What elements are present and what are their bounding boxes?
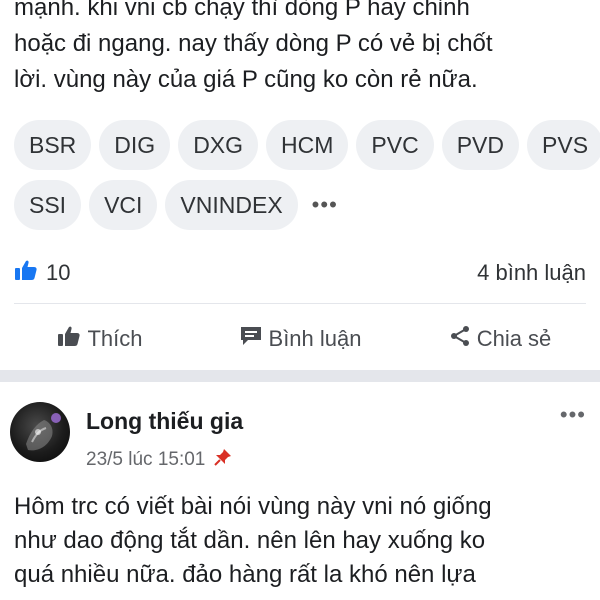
stock-tags: BSR DIG DXG HCM PVC PVD PVS SSI VCI VNIN…	[14, 120, 600, 240]
thumbs-up-icon	[14, 259, 38, 287]
like-label: Thích	[87, 326, 143, 351]
comment-label: Bình luận	[268, 326, 362, 351]
divider	[14, 303, 586, 304]
share-label: Chia sẻ	[476, 326, 552, 351]
comment-count[interactable]: 4 bình luận	[477, 260, 586, 286]
share-button[interactable]: Chia sẻ	[400, 325, 600, 353]
more-options-button[interactable]: •••	[560, 402, 586, 428]
post-text-line: Hôm trc có viết bài nói vùng này vni nó …	[14, 493, 492, 520]
tag-pvs[interactable]: PVS	[527, 120, 600, 170]
tag-ssi[interactable]: SSI	[14, 180, 82, 230]
author-name[interactable]: Long thiếu gia	[86, 408, 243, 435]
tag-hcm[interactable]: HCM	[266, 120, 349, 170]
avatar[interactable]	[10, 402, 70, 462]
tag-vnindex[interactable]: VNINDEX	[165, 180, 298, 230]
tag-dig[interactable]: DIG	[99, 120, 171, 170]
tag-row: SSI VCI VNINDEX •••	[14, 180, 594, 230]
comment-icon	[239, 325, 263, 353]
post-separator	[0, 370, 600, 382]
comment-button[interactable]: Bình luận	[200, 325, 400, 353]
like-summary[interactable]: 10	[14, 259, 70, 287]
post-body-text: mạnh. khi vni cb chạy thì dòng P hay chỉ…	[14, 0, 589, 98]
pin-icon	[213, 447, 233, 473]
post-timestamp: 23/5 lúc 15:01	[86, 447, 233, 473]
tag-pvd[interactable]: PVD	[441, 120, 520, 170]
post-body-text: Hôm trc có viết bài nói vùng này vni nó …	[14, 490, 589, 592]
tag-vci[interactable]: VCI	[89, 180, 158, 230]
post-stats: 10 4 bình luận	[14, 256, 586, 290]
post-text-line: mạnh. khi vni cb chạy thì dòng P hay chỉ…	[14, 0, 470, 21]
thumbs-up-icon	[57, 325, 81, 353]
post-header: Long thiếu gia 23/5 lúc 15:01 •••	[10, 400, 590, 470]
like-count: 10	[46, 260, 71, 285]
more-tags-button[interactable]: •••	[306, 180, 344, 230]
timestamp-text: 23/5 lúc 15:01	[86, 449, 206, 470]
post-actions: Thích Bình luận Chia sẻ	[0, 316, 600, 362]
post-text-line: quá nhiều nữa. đảo hàng rất la khó nên l…	[14, 561, 476, 588]
share-icon	[449, 325, 471, 353]
tag-dxg[interactable]: DXG	[178, 120, 259, 170]
post-text-line: lời. vùng này của giá P cũng ko còn rẻ n…	[14, 66, 478, 93]
post-text-line: như dao động tắt dần. nên lên hay xuống …	[14, 527, 486, 554]
tag-row: BSR DIG DXG HCM PVC PVD PVS	[14, 120, 600, 170]
like-button[interactable]: Thích	[0, 325, 200, 353]
tag-bsr[interactable]: BSR	[14, 120, 92, 170]
post-text-line: hoặc đi ngang. nay thấy dòng P có vẻ bị …	[14, 30, 493, 57]
tag-pvc[interactable]: PVC	[356, 120, 434, 170]
